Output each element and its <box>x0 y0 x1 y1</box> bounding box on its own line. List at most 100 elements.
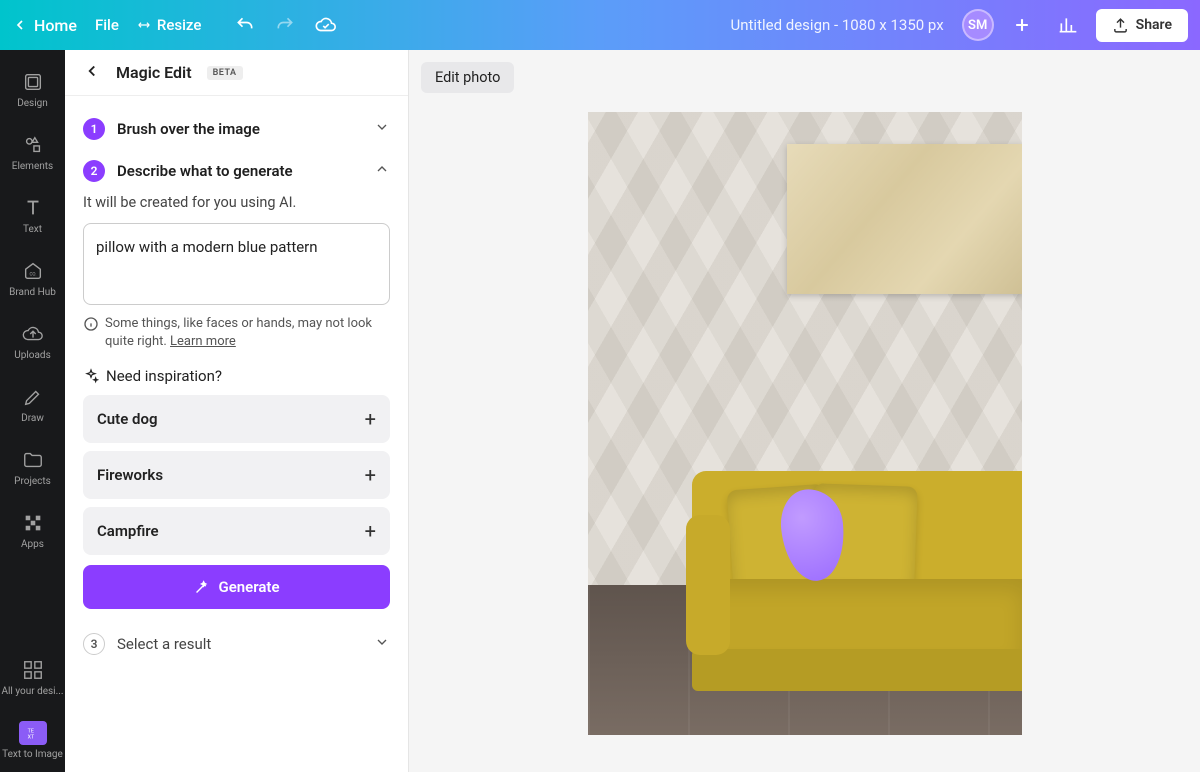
step-label: Brush over the image <box>117 120 362 138</box>
svg-text:TE: TE <box>27 728 33 734</box>
prompt-input[interactable] <box>96 238 377 290</box>
plus-icon <box>1012 15 1032 35</box>
rail-label: Uploads <box>14 350 50 361</box>
side-panel: Magic Edit BETA 1 Brush over the image 2… <box>65 50 409 772</box>
plus-icon: + <box>365 463 376 487</box>
redo-icon <box>275 15 295 35</box>
beta-badge: BETA <box>207 66 243 80</box>
rail-label: Projects <box>14 476 51 487</box>
rail-label: Draw <box>21 413 44 424</box>
chart-icon <box>1058 15 1078 35</box>
panel-title: Magic Edit <box>116 63 192 82</box>
shapes-icon <box>22 134 44 156</box>
home-link[interactable]: Home <box>12 16 77 35</box>
chevron-left-icon <box>83 62 101 80</box>
chevron-down-icon <box>374 634 390 654</box>
rail-apps[interactable]: Apps <box>0 499 65 562</box>
back-button[interactable] <box>83 62 101 84</box>
prompt-input-wrapper <box>83 223 390 305</box>
chevron-up-icon <box>374 161 390 181</box>
canvas-area: Edit photo <box>409 50 1200 772</box>
rail-uploads[interactable]: Uploads <box>0 310 65 373</box>
magic-wand-icon <box>193 579 210 596</box>
home-label: Home <box>34 16 77 35</box>
rail-label: Text to Image <box>2 749 63 760</box>
rail-text-to-image[interactable]: TEXT Text to Image <box>0 709 65 772</box>
rail-text[interactable]: Text <box>0 184 65 247</box>
step-1-brush[interactable]: 1 Brush over the image <box>83 108 390 150</box>
cloud-upload-icon <box>22 323 44 345</box>
file-menu[interactable]: File <box>95 16 119 34</box>
add-member-button[interactable] <box>1004 7 1040 43</box>
generate-label: Generate <box>218 578 279 596</box>
resize-menu[interactable]: Resize <box>137 16 201 34</box>
text-icon <box>22 197 44 219</box>
rail-label: Elements <box>12 161 53 172</box>
rail-all-designs[interactable]: All your desi... <box>0 646 65 709</box>
disclaimer-text: Some things, like faces or hands, may no… <box>105 316 372 349</box>
plus-icon: + <box>365 407 376 431</box>
learn-more-link[interactable]: Learn more <box>170 334 236 349</box>
grid-alt-icon <box>22 659 44 681</box>
inspiration-label: Need inspiration? <box>106 367 222 385</box>
grid-icon <box>22 512 44 534</box>
suggestion-item[interactable]: Campfire + <box>83 507 390 555</box>
chevron-left-icon <box>12 17 28 33</box>
design-canvas[interactable] <box>588 112 1022 735</box>
nav-rail: Design Elements Text CO. Brand Hub Uploa… <box>0 50 65 772</box>
undo-icon <box>235 15 255 35</box>
generate-button[interactable]: Generate <box>83 565 390 609</box>
upload-icon <box>1112 17 1129 34</box>
step-2-describe[interactable]: 2 Describe what to generate <box>83 150 390 192</box>
step-3-select[interactable]: 3 Select a result <box>83 623 390 665</box>
info-icon <box>83 316 99 332</box>
edit-photo-button[interactable]: Edit photo <box>421 62 514 93</box>
svg-text:XT: XT <box>27 734 34 740</box>
brand-icon: CO. <box>22 260 44 282</box>
share-button[interactable]: Share <box>1096 9 1188 42</box>
cloud-check-icon <box>315 14 337 36</box>
step-number: 1 <box>83 118 105 140</box>
step-label: Select a result <box>117 635 362 653</box>
rail-projects[interactable]: Projects <box>0 436 65 499</box>
pencil-icon <box>22 386 44 408</box>
resize-icon <box>137 18 151 32</box>
step-number: 3 <box>83 633 105 655</box>
design-name[interactable]: Untitled design - 1080 x 1350 px <box>731 16 944 34</box>
undo-button[interactable] <box>235 15 255 35</box>
cloud-sync-button[interactable] <box>315 14 337 36</box>
svg-text:CO.: CO. <box>29 272 36 278</box>
rail-design[interactable]: Design <box>0 58 65 121</box>
sparkle-icon <box>83 368 99 384</box>
rail-label: Apps <box>21 539 44 550</box>
redo-button[interactable] <box>275 15 295 35</box>
template-icon <box>22 71 44 93</box>
rail-brand-hub[interactable]: CO. Brand Hub <box>0 247 65 310</box>
inspiration-heading: Need inspiration? <box>83 367 390 385</box>
rail-label: All your desi... <box>1 686 63 697</box>
suggestion-label: Fireworks <box>97 466 163 484</box>
suggestion-label: Campfire <box>97 522 159 540</box>
step-label: Describe what to generate <box>117 162 362 180</box>
text-to-image-icon: TEXT <box>25 725 41 741</box>
plus-icon: + <box>365 519 376 543</box>
step-number: 2 <box>83 160 105 182</box>
step-2-description: It will be created for you using AI. <box>83 192 390 223</box>
rail-label: Brand Hub <box>9 287 56 298</box>
panel-header: Magic Edit BETA <box>65 50 408 96</box>
disclaimer: Some things, like faces or hands, may no… <box>83 315 390 351</box>
suggestion-item[interactable]: Fireworks + <box>83 451 390 499</box>
topbar: Home File Resize Untitled design - 1080 … <box>0 0 1200 50</box>
rail-elements[interactable]: Elements <box>0 121 65 184</box>
rail-draw[interactable]: Draw <box>0 373 65 436</box>
share-label: Share <box>1136 17 1172 33</box>
suggestion-item[interactable]: Cute dog + <box>83 395 390 443</box>
wall-art <box>787 144 1022 294</box>
avatar[interactable]: SM <box>962 9 994 41</box>
rail-label: Design <box>17 98 48 109</box>
chevron-down-icon <box>374 119 390 139</box>
rail-label: Text <box>23 224 42 235</box>
suggestion-label: Cute dog <box>97 410 157 428</box>
folder-icon <box>22 449 44 471</box>
insights-button[interactable] <box>1050 7 1086 43</box>
